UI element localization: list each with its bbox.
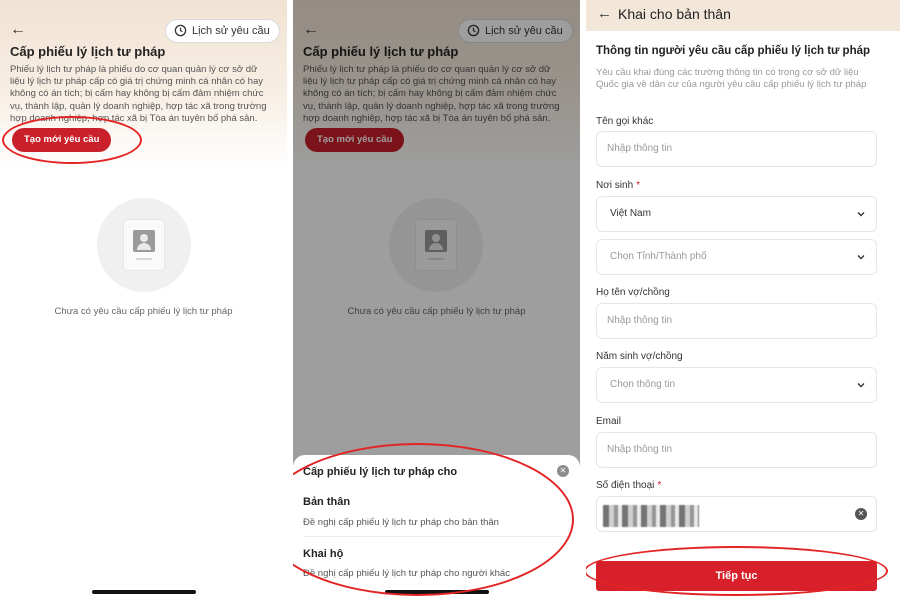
home-indicator: [384, 590, 489, 594]
birthplace-province-select[interactable]: Chọn Tỉnh/Thành phố: [596, 239, 877, 275]
close-icon[interactable]: ✕: [557, 465, 569, 477]
option-self-title[interactable]: Bản thân: [303, 496, 350, 508]
phone-label: Số điện thoại *: [596, 480, 662, 491]
screen-choose-recipient: ← Lịch sử yêu cầu Cấp phiếu lý lịch tư p…: [293, 0, 580, 600]
history-label: Lịch sử yêu cầu: [192, 25, 270, 37]
option-proxy-desc[interactable]: Đề nghị cấp phiếu lý lịch tư pháp cho ng…: [303, 568, 510, 579]
chevron-down-icon: [857, 255, 865, 260]
email-label: Email: [596, 416, 622, 427]
birthplace-label: Nơi sinh *: [596, 180, 641, 191]
continue-button[interactable]: Tiếp tục: [596, 561, 877, 591]
back-arrow-icon[interactable]: ←: [597, 6, 612, 22]
other-name-label: Tên gọi khác: [596, 116, 654, 127]
document-icon: [124, 220, 164, 270]
top-header: ← Khai cho bản thân: [586, 0, 900, 31]
history-button[interactable]: Lịch sử yêu cầu: [165, 19, 280, 43]
empty-state-text: Chưa có yêu cầu cấp phiếu lý lịch tư phá…: [54, 306, 233, 317]
spouse-birth-year-label: Năm sinh vợ/chồng: [596, 351, 683, 362]
back-arrow-icon[interactable]: ←: [10, 22, 26, 38]
option-self-desc[interactable]: Đề nghị cấp phiếu lý lịch tư pháp cho bả…: [303, 517, 499, 528]
section-title: Thông tin người yêu cầu cấp phiếu lý lịc…: [596, 45, 871, 57]
option-proxy-title[interactable]: Khai hộ: [303, 548, 343, 560]
other-name-input[interactable]: Nhập thông tin: [596, 131, 877, 167]
province-placeholder: Chọn Tỉnh/Thành phố: [610, 251, 707, 262]
screen-criminal-record-home: ← Lịch sử yêu cầu Cấp phiếu lý lịch tư p…: [0, 0, 287, 600]
spouse-name-input[interactable]: Nhập thông tin: [596, 303, 877, 339]
email-placeholder: Nhập thông tin: [607, 444, 673, 455]
spouse-birth-year-select[interactable]: Chọn thông tin: [596, 367, 877, 403]
other-name-placeholder: Nhập thông tin: [607, 143, 673, 154]
redacted-phone-value: [603, 505, 699, 527]
header-title: Khai cho bản thân: [618, 6, 731, 22]
birthplace-country-select[interactable]: Việt Nam: [596, 196, 877, 232]
chevron-down-icon: [857, 383, 865, 388]
screen-self-declaration-form: ← Khai cho bản thân Thông tin người yêu …: [586, 0, 900, 600]
spouse-name-label: Họ tên vợ/chồng: [596, 287, 670, 298]
spouse-birth-year-placeholder: Chọn thông tin: [610, 379, 676, 390]
history-clock-icon: [174, 24, 187, 37]
page-title: Cấp phiếu lý lịch tư pháp: [10, 44, 166, 59]
bottom-sheet: Cấp phiếu lý lịch tư pháp cho ✕ Bản thân…: [293, 455, 580, 600]
phone-input[interactable]: ✕: [596, 496, 877, 532]
clear-icon[interactable]: ✕: [855, 508, 867, 520]
email-input[interactable]: Nhập thông tin: [596, 432, 877, 468]
section-description: Yêu cầu khai đúng các trường thông tin c…: [596, 67, 867, 90]
chevron-down-icon: [857, 212, 865, 217]
divider: [303, 536, 570, 537]
home-indicator: [91, 590, 196, 594]
page-description: Phiếu lý lịch tư pháp là phiếu do cơ qua…: [10, 64, 267, 124]
create-request-button[interactable]: Tạo mới yêu cầu: [12, 128, 112, 152]
birthplace-country-value: Việt Nam: [610, 208, 651, 219]
spouse-name-placeholder: Nhập thông tin: [607, 315, 673, 326]
empty-state-illustration: [97, 198, 191, 292]
sheet-title: Cấp phiếu lý lịch tư pháp cho: [303, 466, 458, 478]
